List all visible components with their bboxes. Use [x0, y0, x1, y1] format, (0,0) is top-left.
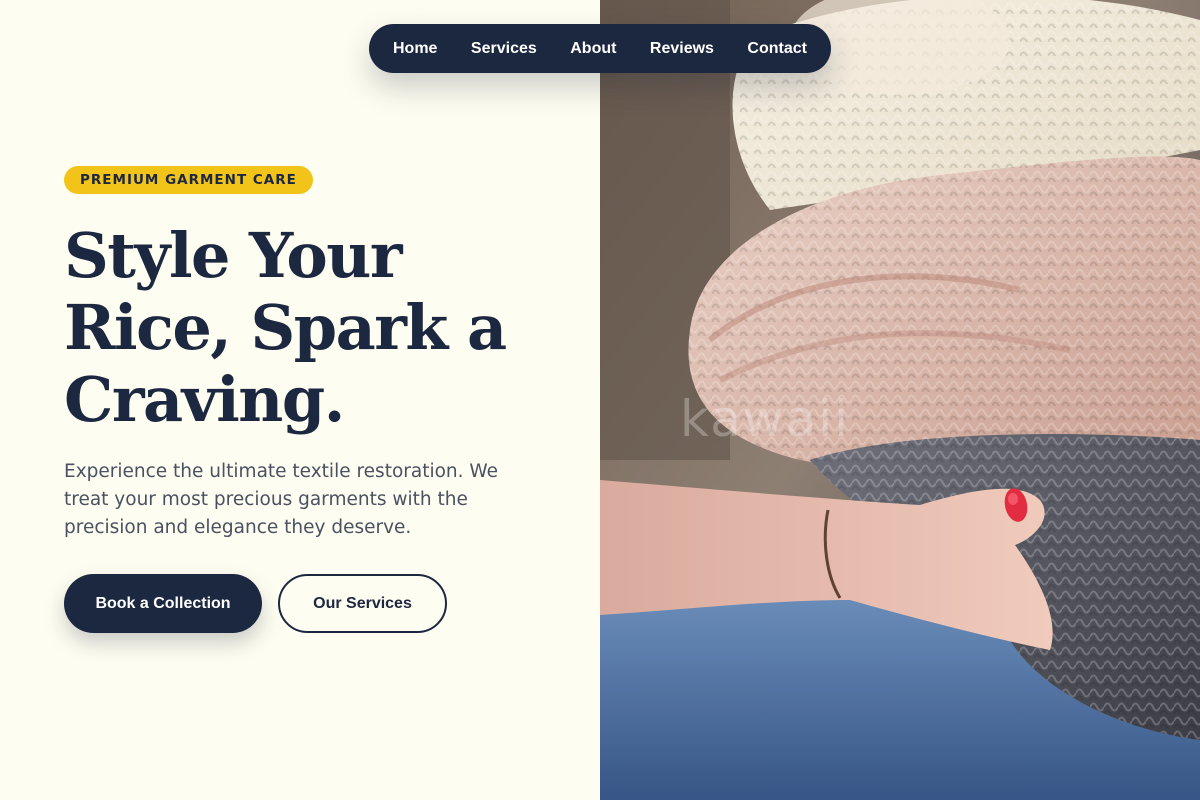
- nav-item-services[interactable]: Services: [471, 40, 537, 58]
- nav-item-about[interactable]: About: [570, 40, 616, 58]
- headline-line-1: Style Your: [64, 219, 403, 292]
- nav-item-reviews[interactable]: Reviews: [650, 40, 714, 58]
- headline-line-3: Craving.: [64, 363, 345, 436]
- book-collection-button[interactable]: Book a Collection: [64, 574, 262, 633]
- hero-headline: Style Your Rice, Spark a Craving.: [64, 220, 584, 436]
- nav-item-contact[interactable]: Contact: [747, 40, 807, 58]
- our-services-button[interactable]: Our Services: [278, 574, 447, 633]
- hero-badge: PREMIUM GARMENT CARE: [64, 166, 313, 194]
- image-watermark: kawaii: [680, 390, 851, 448]
- hero-image: kawaii: [600, 0, 1200, 800]
- hero-subtext: Experience the ultimate textile restorat…: [64, 461, 499, 538]
- headline-line-2: Rice, Spark a: [64, 291, 507, 364]
- main-nav: Home Services About Reviews Contact: [369, 24, 831, 73]
- nav-item-home[interactable]: Home: [393, 40, 437, 58]
